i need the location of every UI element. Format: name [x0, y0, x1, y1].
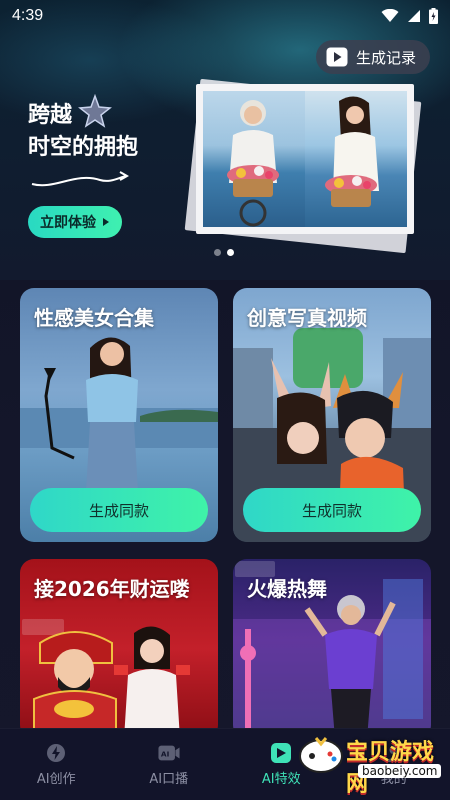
- card-title: 创意写真视频: [247, 306, 367, 330]
- lightning-icon: [45, 742, 67, 764]
- carousel-dot[interactable]: [214, 249, 221, 256]
- wifi-icon: [381, 9, 399, 22]
- nav-label: AI创作: [36, 772, 76, 787]
- ai-video-icon: AI: [158, 742, 180, 764]
- carousel-dots: [214, 249, 234, 256]
- try-now-label: 立即体验: [40, 215, 96, 231]
- nav-item-ai-broadcast[interactable]: AI AI口播: [113, 729, 226, 800]
- elderly-woman-photo: [203, 91, 305, 227]
- star-icon: [78, 94, 112, 128]
- generate-same-button[interactable]: 生成同款: [30, 488, 208, 532]
- card-title: 性感美女合集: [34, 306, 154, 330]
- gamepad-logo-icon: [299, 737, 343, 773]
- template-card-sexy-beauty[interactable]: 性感美女合集 生成同款: [20, 288, 218, 542]
- svg-text:AI: AI: [161, 750, 170, 759]
- records-button[interactable]: 生成记录: [315, 40, 430, 74]
- nav-label: AI口播: [149, 772, 189, 787]
- battery-icon: [429, 8, 438, 24]
- card-title: 接2026年财运喽: [34, 577, 190, 601]
- effects-icon: [270, 742, 292, 764]
- play-icon: [326, 47, 348, 67]
- swoosh-decoration: [31, 171, 130, 187]
- try-now-button[interactable]: 立即体验: [28, 206, 122, 238]
- template-card-fortune-2026[interactable]: 接2026年财运喽: [20, 559, 218, 739]
- nav-label: AI特效: [261, 772, 301, 787]
- card-title: 火爆热舞: [247, 577, 327, 601]
- young-woman-photo: [305, 91, 407, 227]
- app-screen: 4:39 生成记录 跨越 时空的拥抱 立即体验 性感美女合集 生成同款 创意写真…: [0, 0, 450, 800]
- template-card-hot-dance[interactable]: 火爆热舞: [233, 559, 431, 739]
- watermark-url: baobeiy.com: [358, 764, 442, 778]
- template-card-creative-photo[interactable]: 创意写真视频 生成同款: [233, 288, 431, 542]
- signal-icon: [408, 10, 420, 22]
- banner-photo-frame[interactable]: [196, 84, 414, 234]
- site-watermark: 宝贝游戏网 baobeiy.com: [298, 728, 448, 797]
- nav-item-ai-create[interactable]: AI创作: [0, 729, 113, 800]
- status-time: 4:39: [12, 7, 44, 24]
- arrow-right-icon: [103, 218, 109, 226]
- carousel-dot-active[interactable]: [227, 249, 234, 256]
- generate-same-button[interactable]: 生成同款: [243, 488, 421, 532]
- status-icons: [381, 8, 438, 24]
- banner-photo: [203, 91, 407, 227]
- hero-title-line2: 时空的拥抱: [28, 135, 139, 160]
- status-bar: 4:39: [0, 0, 450, 32]
- records-label: 生成记录: [355, 48, 416, 67]
